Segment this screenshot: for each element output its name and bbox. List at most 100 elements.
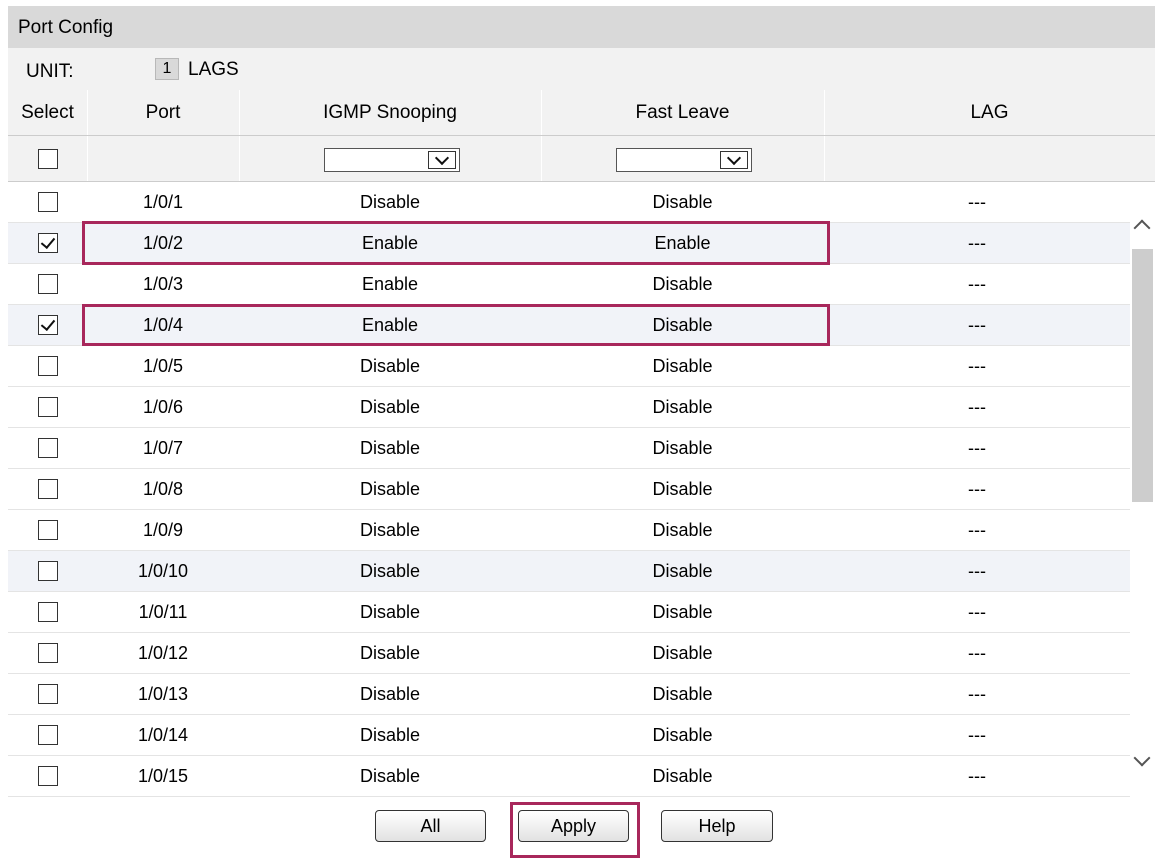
all-button[interactable]: All xyxy=(375,810,486,842)
port-cell: 1/0/2 xyxy=(142,232,184,253)
row-select-checkbox[interactable] xyxy=(37,561,58,581)
igmp-snooping-cell: Disable xyxy=(359,355,421,376)
igmp-snooping-cell: Disable xyxy=(359,642,421,663)
table-row[interactable]: 1/0/12 Disable Disable --- xyxy=(8,633,1130,674)
table-row[interactable]: 1/0/2 Enable Enable --- xyxy=(8,223,1130,264)
igmp-snooping-cell: Enable xyxy=(361,314,419,335)
fast-leave-select[interactable] xyxy=(616,148,752,172)
header-port: Port xyxy=(145,101,181,123)
table-row[interactable]: 1/0/4 Enable Disable --- xyxy=(8,305,1130,346)
help-button[interactable]: Help xyxy=(661,810,773,842)
table-row[interactable]: 1/0/3 Enable Disable --- xyxy=(8,264,1130,305)
lag-cell: --- xyxy=(968,478,986,499)
table-row[interactable]: 1/0/9 Disable Disable --- xyxy=(8,510,1130,551)
port-config-panel: Port Config UNIT: 1 LAGS Select Port IGM… xyxy=(8,0,1155,798)
row-select-checkbox[interactable] xyxy=(37,397,58,417)
igmp-snooping-cell: Disable xyxy=(359,191,421,212)
table-row[interactable]: 1/0/1 Disable Disable --- xyxy=(8,182,1130,223)
row-select-checkbox[interactable] xyxy=(37,643,58,663)
lag-cell: --- xyxy=(968,273,986,294)
port-cell: 1/0/8 xyxy=(142,478,184,499)
lag-cell: --- xyxy=(968,601,986,622)
table-row[interactable]: 1/0/10 Disable Disable --- xyxy=(8,551,1130,592)
table-row[interactable]: 1/0/5 Disable Disable --- xyxy=(8,346,1130,387)
row-select-checkbox[interactable] xyxy=(37,438,58,458)
fast-leave-cell: Disable xyxy=(652,437,713,458)
row-select-checkbox[interactable] xyxy=(37,192,58,212)
lag-cell: --- xyxy=(968,765,986,786)
lags-link[interactable]: LAGS xyxy=(188,59,239,81)
table-row[interactable]: 1/0/8 Disable Disable --- xyxy=(8,469,1130,510)
table-row[interactable]: 1/0/11 Disable Disable --- xyxy=(8,592,1130,633)
igmp-snooping-cell: Disable xyxy=(359,601,421,622)
apply-button[interactable]: Apply xyxy=(518,810,629,842)
fast-leave-cell: Disable xyxy=(652,314,713,335)
fast-leave-cell: Disable xyxy=(652,519,713,540)
port-cell: 1/0/13 xyxy=(137,683,189,704)
table-row[interactable]: 1/0/15 Disable Disable --- xyxy=(8,756,1130,797)
fast-leave-cell: Enable xyxy=(654,232,711,253)
chevron-down-icon xyxy=(428,150,456,169)
table-header: Select Port IGMP Snooping Fast Leave LAG xyxy=(8,90,1155,136)
port-cell: 1/0/4 xyxy=(142,314,184,335)
igmp-snooping-cell: Disable xyxy=(359,437,421,458)
lag-cell: --- xyxy=(968,560,986,581)
select-all-checkbox[interactable] xyxy=(37,148,58,169)
igmp-snooping-cell: Disable xyxy=(359,560,421,581)
port-cell: 1/0/11 xyxy=(138,601,188,622)
port-cell: 1/0/10 xyxy=(137,560,189,581)
row-select-checkbox[interactable] xyxy=(37,274,58,294)
lag-cell: --- xyxy=(968,437,986,458)
table-row[interactable]: 1/0/14 Disable Disable --- xyxy=(8,715,1130,756)
row-select-checkbox[interactable] xyxy=(37,602,58,622)
unit-selector[interactable]: 1 xyxy=(155,58,179,80)
fast-leave-cell: Disable xyxy=(652,191,713,212)
port-cell: 1/0/9 xyxy=(142,519,184,540)
fast-leave-cell: Disable xyxy=(652,765,713,786)
lag-cell: --- xyxy=(968,683,986,704)
scroll-up-icon[interactable] xyxy=(1133,219,1151,237)
lag-cell: --- xyxy=(968,724,986,745)
row-select-checkbox[interactable] xyxy=(37,684,58,704)
lag-cell: --- xyxy=(968,232,986,253)
row-select-checkbox[interactable] xyxy=(37,766,58,786)
fast-leave-cell: Disable xyxy=(652,683,713,704)
igmp-snooping-cell: Disable xyxy=(359,683,421,704)
lag-cell: --- xyxy=(968,519,986,540)
row-select-checkbox[interactable] xyxy=(37,233,58,253)
lag-cell: --- xyxy=(968,191,986,212)
port-cell: 1/0/14 xyxy=(137,724,189,745)
table-row[interactable]: 1/0/13 Disable Disable --- xyxy=(8,674,1130,715)
scrollbar-thumb[interactable] xyxy=(1132,249,1153,502)
port-cell: 1/0/5 xyxy=(142,355,184,376)
scrollbar[interactable] xyxy=(1130,182,1155,798)
row-select-checkbox[interactable] xyxy=(37,479,58,499)
port-cell: 1/0/15 xyxy=(137,765,189,786)
igmp-snooping-cell: Disable xyxy=(359,765,421,786)
table-row[interactable]: 1/0/6 Disable Disable --- xyxy=(8,387,1130,428)
panel-title-bar: Port Config xyxy=(8,6,1155,48)
port-cell: 1/0/7 xyxy=(142,437,184,458)
lag-cell: --- xyxy=(968,396,986,417)
header-lag: LAG xyxy=(970,101,1009,123)
fast-leave-cell: Disable xyxy=(652,642,713,663)
igmp-snooping-select[interactable] xyxy=(324,148,460,172)
table-row[interactable]: 1/0/7 Disable Disable --- xyxy=(8,428,1130,469)
lag-cell: --- xyxy=(968,642,986,663)
scroll-down-icon[interactable] xyxy=(1133,749,1151,767)
filter-row xyxy=(8,136,1155,182)
port-table-body: 1/0/1 Disable Disable --- 1/0/2 Enable Enable -… xyxy=(8,182,1130,798)
igmp-snooping-cell: Enable xyxy=(361,232,419,253)
fast-leave-cell: Disable xyxy=(652,396,713,417)
row-select-checkbox[interactable] xyxy=(37,725,58,745)
fast-leave-cell: Disable xyxy=(652,601,713,622)
row-select-checkbox[interactable] xyxy=(37,315,58,335)
row-select-checkbox[interactable] xyxy=(37,356,58,376)
unit-row: UNIT: 1 LAGS xyxy=(8,48,1155,90)
header-igmp-snooping: IGMP Snooping xyxy=(323,101,457,123)
fast-leave-cell: Disable xyxy=(652,273,713,294)
port-cell: 1/0/12 xyxy=(137,642,189,663)
row-select-checkbox[interactable] xyxy=(37,520,58,540)
fast-leave-cell: Disable xyxy=(652,478,713,499)
chevron-down-icon xyxy=(720,150,748,169)
